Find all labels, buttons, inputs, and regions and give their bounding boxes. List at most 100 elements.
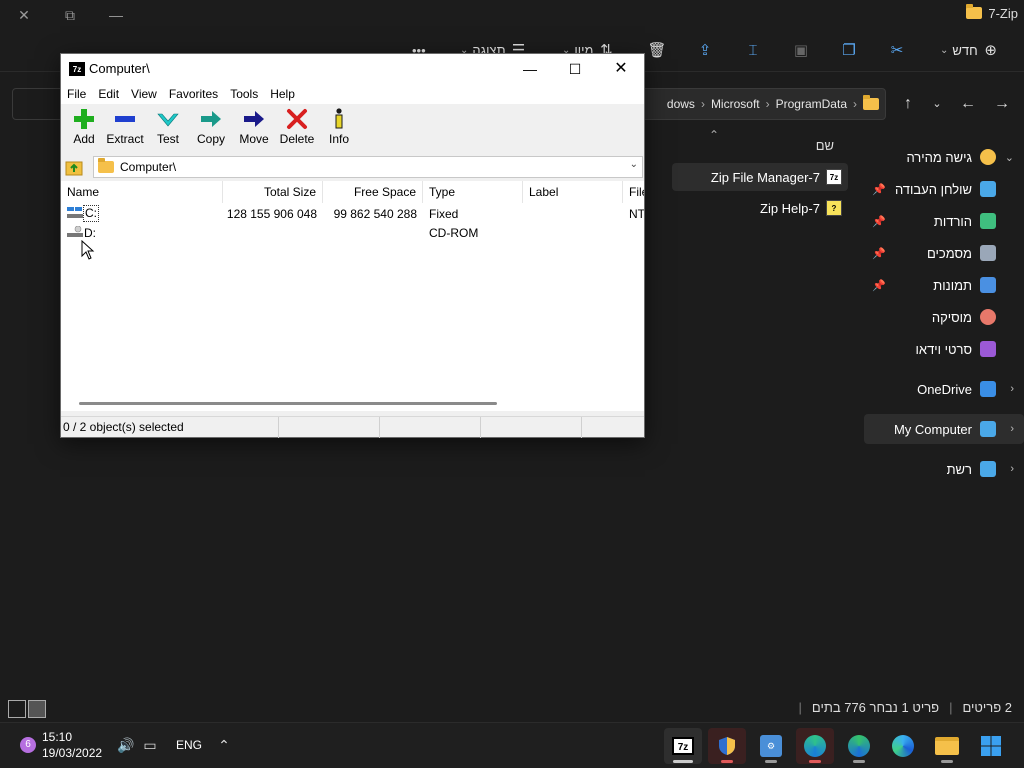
test-label: Test: [156, 132, 179, 146]
menu-view[interactable]: View: [125, 84, 163, 104]
chevron-left-icon[interactable]: ‹: [1004, 463, 1014, 475]
status-segment: [279, 417, 380, 438]
pin-icon[interactable]: 📌: [872, 183, 886, 196]
chevron-up-icon[interactable]: ⌃: [214, 735, 234, 755]
nav-item[interactable]: ⌄ גישה מהירה: [864, 142, 1024, 172]
status-segment: [481, 417, 582, 438]
details-view-icon[interactable]: [8, 700, 26, 718]
nav-item[interactable]: מוסיקה: [864, 302, 1024, 332]
7zip-address-row: Computer\ ⌄: [61, 154, 644, 180]
explorer-restore-icon[interactable]: ⧉: [56, 4, 84, 26]
start-button[interactable]: [972, 728, 1010, 764]
edge-beta-icon: [804, 735, 826, 757]
clock[interactable]: 15:10 19/03/2022: [42, 729, 102, 761]
share-button[interactable]: ⇪: [696, 38, 714, 62]
pin-icon[interactable]: 📌: [872, 247, 886, 260]
pin-icon[interactable]: 📌: [872, 279, 886, 292]
file-name: 7-Zip Help: [760, 200, 820, 216]
network-icon[interactable]: ▭: [140, 735, 160, 755]
copy-button[interactable]: Copy: [188, 106, 234, 152]
new-label: חדש: [952, 42, 978, 58]
explorer-close-icon[interactable]: ✕: [10, 4, 38, 26]
delete-button[interactable]: Delete: [274, 106, 320, 152]
drive-total-size: [223, 224, 317, 243]
search-input[interactable]: [12, 88, 62, 120]
rename-button[interactable]: ⌶: [744, 38, 762, 62]
new-button[interactable]: ⌄ חדש ⊕: [940, 38, 1000, 62]
move-arrow-icon: [244, 111, 264, 127]
column-header-name[interactable]: Name: [61, 181, 223, 203]
column-header-total-size[interactable]: Total Size: [223, 181, 323, 203]
7zip-titlebar[interactable]: 7z Computer\ — ☐ ✕: [61, 54, 644, 84]
nav-item[interactable]: הורדות 📌: [864, 206, 1024, 236]
nav-item[interactable]: מסמכים 📌: [864, 238, 1024, 268]
copy-button[interactable]: ❐: [840, 38, 858, 62]
nav-item[interactable]: סרטי וידאו: [864, 334, 1024, 364]
taskbar-edge-dev[interactable]: [840, 728, 878, 764]
chevron-down-icon[interactable]: ⌄: [1004, 151, 1014, 164]
chevron-down-icon[interactable]: ⌄: [630, 159, 638, 170]
taskbar-control-panel[interactable]: ⚙: [752, 728, 790, 764]
column-header-file-system[interactable]: File: [623, 181, 644, 203]
column-header-type[interactable]: Type: [423, 181, 523, 203]
nav-item[interactable]: תמונות 📌: [864, 270, 1024, 300]
taskbar-edge[interactable]: [884, 728, 922, 764]
up-arrow-icon[interactable]: ↑: [896, 92, 920, 116]
extract-button[interactable]: Extract: [102, 106, 148, 152]
add-button[interactable]: Add: [61, 106, 107, 152]
recent-chevron-icon[interactable]: ⌄: [925, 92, 949, 116]
chevron-left-icon[interactable]: ‹: [1004, 423, 1014, 435]
maximize-icon[interactable]: ☐: [552, 54, 598, 84]
notification-badge[interactable]: 6: [20, 737, 36, 753]
nav-item[interactable]: ‹ My Computer: [864, 414, 1024, 444]
taskbar-file-explorer[interactable]: [928, 728, 966, 764]
breadcrumb-item[interactable]: Microsoft: [711, 97, 760, 111]
nav-item-label: תמונות: [933, 277, 972, 293]
nav-item[interactable]: ‹ OneDrive: [864, 374, 1024, 404]
nav-item-label: My Computer: [893, 421, 972, 437]
minimize-icon[interactable]: —: [507, 54, 553, 84]
chevron-left-icon[interactable]: ‹: [1004, 383, 1014, 395]
paste-button[interactable]: ▣: [792, 38, 810, 62]
menu-edit[interactable]: Edit: [92, 84, 125, 104]
menu-tools[interactable]: Tools: [224, 84, 264, 104]
back-arrow-icon[interactable]: ←: [956, 92, 980, 116]
test-button[interactable]: Test: [145, 106, 191, 152]
cut-button[interactable]: ✂: [888, 38, 906, 62]
address-input[interactable]: Computer\ ⌄: [93, 156, 643, 178]
info-button[interactable]: Info: [316, 106, 362, 152]
taskbar-edge-beta[interactable]: [796, 728, 834, 764]
taskbar-7zip[interactable]: 7z: [664, 728, 702, 764]
pin-icon[interactable]: 📌: [872, 215, 886, 228]
cd-drive-icon: [67, 226, 83, 237]
breadcrumb-item[interactable]: ProgramData: [776, 97, 847, 111]
column-header-free-space[interactable]: Free Space: [323, 181, 423, 203]
menu-file[interactable]: File: [61, 84, 92, 104]
menu-favorites[interactable]: Favorites: [163, 84, 224, 104]
column-header-name[interactable]: שם: [816, 138, 834, 153]
list-view-icon[interactable]: [28, 700, 46, 718]
7zip-menubar: File Edit View Favorites Tools Help: [61, 84, 644, 104]
explorer-minimize-icon[interactable]: —: [102, 4, 130, 26]
volume-icon[interactable]: 🔊: [116, 735, 136, 755]
forward-arrow-icon[interactable]: →: [990, 92, 1014, 116]
column-header-label[interactable]: Label: [523, 181, 623, 203]
horizontal-scrollbar[interactable]: [79, 402, 497, 405]
copy-arrow-icon: [201, 111, 221, 127]
status-divider: |: [798, 700, 802, 715]
close-icon[interactable]: ✕: [598, 54, 644, 84]
move-button[interactable]: Move: [231, 106, 277, 152]
taskbar-security[interactable]: [708, 728, 746, 764]
file-row[interactable]: 7z 7-Zip File Manager: [672, 163, 848, 191]
file-row[interactable]: ? 7-Zip Help: [754, 194, 848, 222]
nav-item[interactable]: שולחן העבודה 📌: [864, 174, 1024, 204]
up-folder-icon[interactable]: [65, 157, 85, 177]
download-icon: [980, 213, 996, 229]
menu-help[interactable]: Help: [264, 84, 301, 104]
breadcrumb-item[interactable]: dows: [667, 97, 695, 111]
language-indicator[interactable]: ENG: [176, 738, 202, 752]
nav-item[interactable]: ‹ רשת: [864, 454, 1024, 484]
explorer-address-bar[interactable]: ‹ ProgramData ‹ Microsoft ‹ dows: [634, 88, 886, 120]
pictures-icon: [980, 277, 996, 293]
delete-button[interactable]: 🗑: [647, 38, 666, 62]
